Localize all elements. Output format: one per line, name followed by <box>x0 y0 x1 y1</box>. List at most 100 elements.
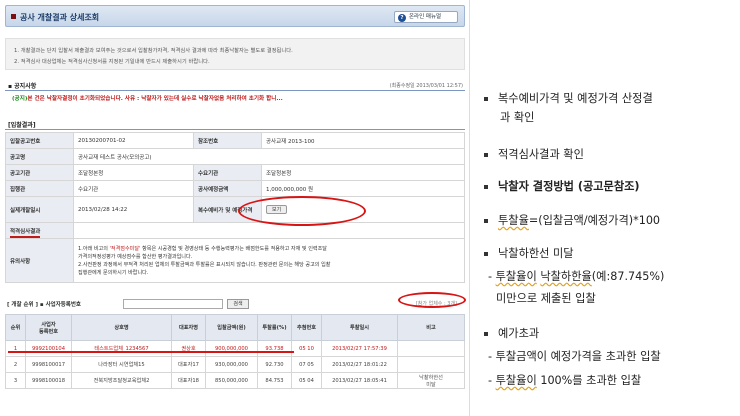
divider <box>5 90 465 91</box>
col-rate: 투찰률(%) <box>257 314 292 341</box>
open-label: 실제개찰일시 <box>5 196 74 223</box>
exec-value: 수요기관 <box>73 180 194 197</box>
bullet-square-icon <box>484 219 488 223</box>
over-price-detail-2: - 투찰율이 100%를 초과한 입찰 <box>488 372 641 388</box>
reason-highlight: '적격점수미달' <box>109 245 141 252</box>
rate-cell: 84.753 <box>257 372 292 389</box>
ref-no-label: 참조번호 <box>193 132 262 149</box>
table-row[interactable]: 3 9998100018 전북지방조달청교육업체2 대표자18 850,000,… <box>5 372 465 389</box>
table-row[interactable]: 2 9998100017 나라장터 시연업체15 대표자17 930,000,0… <box>5 356 465 373</box>
note-cell <box>397 356 465 373</box>
count-highlight-ellipse <box>398 292 466 308</box>
company-cell[interactable]: 전북지방조달청교육업체2 <box>71 372 172 389</box>
floor-rate-term: 낙찰하한율 <box>540 270 592 283</box>
bullet-qualification-text: 적격심사결과 확인 <box>498 148 584 161</box>
notice-tag: (공지) <box>12 96 28 102</box>
company-cell[interactable]: 나라장터 시연업체15 <box>71 356 172 373</box>
online-manual-label: 온라인 매뉴얼 <box>409 14 442 20</box>
datetime-cell: 2013/02/27 17:57:39 <box>321 340 398 357</box>
notice-box: 1. 개찰결과는 단지 입찰서 제출결과 보여주는 것으로서 입찰참가자격, 적… <box>5 38 465 70</box>
notice-heading-text: 공지사항 <box>14 83 37 90</box>
reason-line-3: 2.사전판정 과정에서 부적격 처리된 업체의 투찰금액과 투찰률은 표시되지 … <box>78 261 331 268</box>
bid-rate-term: 투찰율 <box>498 214 529 227</box>
search-button[interactable]: 검색 <box>227 299 249 309</box>
search-row: [ 개찰 순위 ] ▪ 사업자등록번호 검색 [참가 업체수 : 3개] <box>5 297 465 311</box>
results-header-row: 순위 사업자 등록번호 상호명 대표자명 입찰금액(원) 투찰률(%) 추첨번호… <box>5 314 465 341</box>
notice-line-2: 2. 적격심사 대상업체는 적격심사신청서를 지정된 기일내에 반드시 제출하시… <box>14 59 210 65</box>
col-note: 비고 <box>397 314 465 341</box>
floor-rate-example: (예:87.745%) <box>591 270 665 283</box>
bid-no-label: 입찰공고번호 <box>5 132 74 149</box>
col-rank: 순위 <box>5 314 26 341</box>
bid-name-label: 공고명 <box>5 148 74 165</box>
over-price-detail-1: - 투찰금액이 예정가격을 초과한 입찰 <box>488 350 661 363</box>
reason-line-4: 집행관에게 문의하시기 바랍니다. <box>78 269 149 276</box>
ref-no-value: 공사교재 2013-100 <box>261 132 465 149</box>
rank-cell: 1 <box>5 340 26 357</box>
reason-line-2: 가격의적정성평가 예상점수를 합산한 평가결과입니다. <box>78 253 193 260</box>
multi-price-highlight-ellipse <box>238 196 366 226</box>
winner-underline <box>8 351 294 353</box>
ceo-cell: 대표자18 <box>171 372 206 389</box>
bid-info-table: 입찰공고번호 20130200701-02 참조번호 공사교재 2013-100… <box>5 132 465 283</box>
col-company: 상호명 <box>71 314 172 341</box>
note-cell <box>397 340 465 357</box>
amount-cell: 900,000,000 <box>205 340 258 357</box>
bullet-over-price: 예가초과 <box>484 325 539 341</box>
budget-label: 공사예정금액 <box>193 180 262 197</box>
over-price-detail-2-text: 100%를 초과한 입찰 <box>536 374 642 387</box>
bullet-winner-method: 낙찰자 결정방법 (공고문참조) <box>484 178 640 194</box>
rank-cell: 3 <box>5 372 26 389</box>
bullet-multi-price-cont: 과 확인 <box>500 111 535 124</box>
notice-line-1: 1. 개찰결과는 단지 입찰서 제출결과 보여주는 것으로서 입찰참가자격, 적… <box>14 48 293 54</box>
bullet-multi-price-text: 복수예비가격 및 예정가격 산정결 <box>498 92 653 105</box>
below-floor-detail-cont: 미만으로 제출된 입찰 <box>496 292 596 305</box>
ceo-cell: 권상호 <box>171 340 206 357</box>
bullet-multi-price: 복수예비가격 및 예정가격 산정결 <box>484 90 653 106</box>
business-no-cell: 9998100017 <box>25 356 72 373</box>
bid-no-value: 20130200701-02 <box>73 132 194 149</box>
col-amount: 입찰금액(원) <box>205 314 258 341</box>
amount-cell: 850,000,000 <box>205 372 258 389</box>
demand-label: 수요기관 <box>193 164 262 181</box>
notice-heading: ▪ 공지사항 <box>8 83 37 90</box>
company-cell[interactable]: 테스트드업체_1234567 <box>71 340 172 357</box>
bid-name-value: 공사교재 테스트 공사(모의공고) <box>73 148 465 165</box>
business-no-cell: 9998100018 <box>25 372 72 389</box>
table-row[interactable]: 1 9992100104 테스트드업체_1234567 권상호 900,000,… <box>5 340 465 357</box>
qual-result-link[interactable]: 적격심사결과 <box>10 228 41 238</box>
window-titlebar: 공사 개찰결과 상세조회 ? 온라인 매뉴얼 <box>5 5 465 27</box>
qual-value <box>73 222 465 239</box>
business-no-input[interactable] <box>123 299 223 309</box>
bullet-square-icon <box>484 97 488 101</box>
agency-value: 조달청본청 <box>73 164 194 181</box>
draw-cell: 07 05 <box>291 356 322 373</box>
reason-line-1: 1.아래 비고의 '적격점수미달' 항목은 시공경험 및 경영상태 등 수행능력… <box>78 245 460 253</box>
bullet-square-icon <box>484 153 488 157</box>
search-label: [ 개찰 순위 ] ▪ 사업자등록번호 <box>7 302 81 308</box>
col-ceo: 대표자명 <box>171 314 206 341</box>
reason-line-1-post: 항목은 시공경험 및 경영상태 등 수행능력평가는 배점한도를 적용하고 자재 … <box>140 245 327 252</box>
bid-rate-term: 투찰율이 <box>495 270 537 283</box>
bullet-below-floor-text: 낙찰하한선 미달 <box>498 247 574 260</box>
business-no-cell: 9992100104 <box>25 340 72 357</box>
col-draw: 추첨번호 <box>291 314 322 341</box>
open-value: 2013/02/28 14:22 <box>73 196 194 223</box>
demand-value: 조달청본청 <box>261 164 465 181</box>
explanation-panel: 복수예비가격 및 예정가격 산정결 과 확인 적격심사결과 확인 낙찰자 결정방… <box>478 0 740 416</box>
bullet-below-floor: 낙찰하한선 미달 <box>484 245 574 261</box>
bid-rate-formula: =(입찰금액/예정가격)*100 <box>528 214 661 227</box>
draw-cell: 05 04 <box>291 372 322 389</box>
qual-label: 적격심사결과 <box>5 222 74 239</box>
divider <box>5 129 465 130</box>
note-cell: 낙찰하한선 미달 <box>397 372 465 389</box>
col-datetime: 투찰일시 <box>321 314 398 341</box>
title-bullet-icon <box>11 14 16 19</box>
bid-rate-term: 투찰율이 <box>495 374 537 387</box>
online-manual-button[interactable]: ? 온라인 매뉴얼 <box>394 11 458 23</box>
datetime-cell: 2013/02/27 18:01:22 <box>321 356 398 373</box>
rate-cell: 92.730 <box>257 356 292 373</box>
bullet-square-icon <box>484 252 488 256</box>
result-heading: [입찰결과] <box>8 122 36 129</box>
below-floor-detail: - 투찰율이 낙찰하한율(예:87.745%) <box>488 268 664 284</box>
